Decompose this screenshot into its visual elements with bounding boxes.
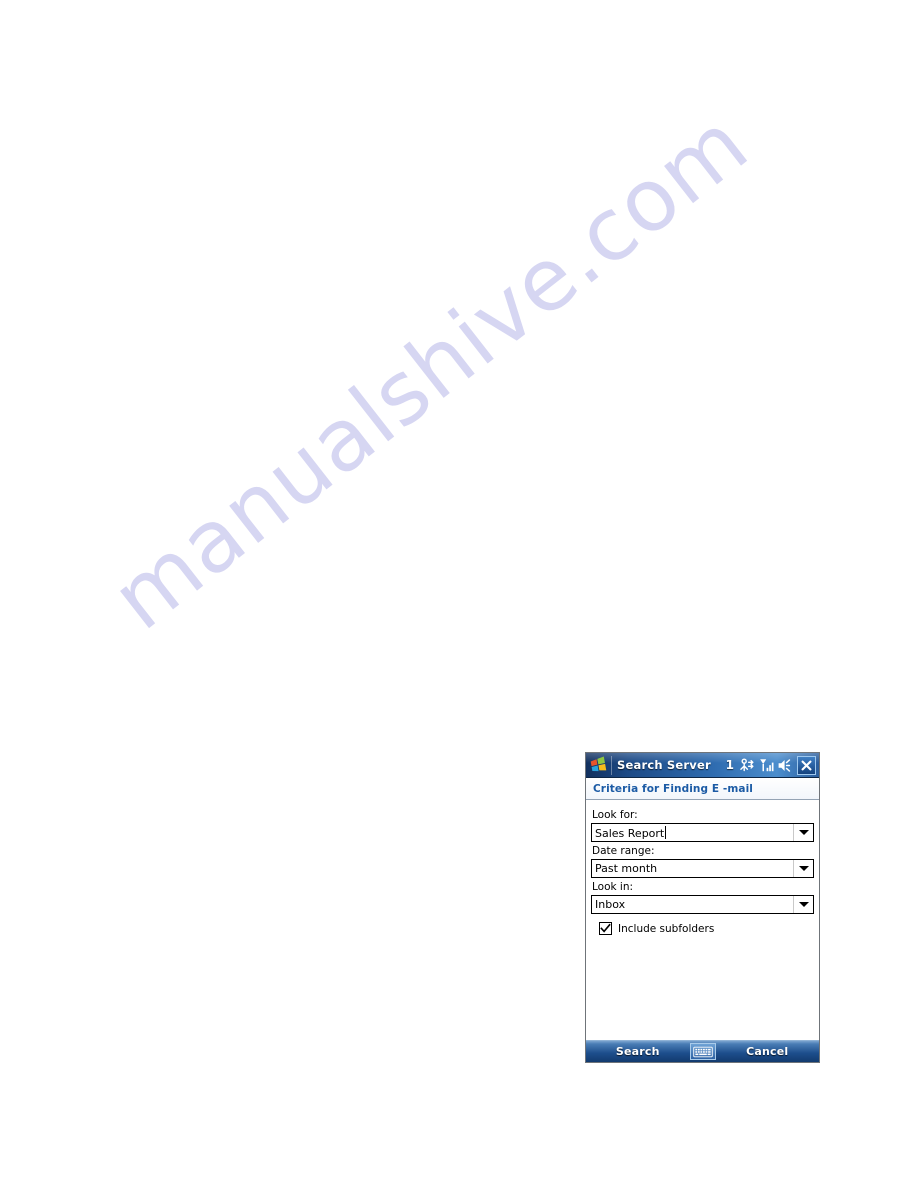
title-bar: Search Server 1 — [586, 753, 819, 778]
search-button[interactable]: Search — [586, 1045, 690, 1058]
page-watermark: manualshive.com — [94, 93, 767, 650]
date-range-value: Past month — [595, 862, 658, 875]
close-icon[interactable] — [797, 755, 816, 775]
notification-count: 1 — [725, 758, 734, 772]
window-title: Search Server — [617, 758, 711, 772]
look-for-label: Look for: — [592, 809, 638, 821]
chevron-down-icon — [798, 830, 809, 835]
look-for-input[interactable]: Sales Report — [592, 825, 793, 840]
look-in-dropdown-arrow[interactable] — [793, 896, 813, 913]
device-screenshot: Search Server 1 Criteria for Finding E -… — [585, 752, 820, 1063]
chevron-down-icon — [798, 902, 809, 907]
chevron-down-icon — [798, 866, 809, 871]
look-in-value: Inbox — [595, 898, 626, 911]
connectivity-icon[interactable] — [739, 757, 755, 774]
include-subfolders-label: Include subfolders — [618, 922, 715, 935]
checkmark-icon — [600, 923, 611, 933]
windows-flag-icon[interactable] — [588, 755, 609, 776]
look-for-value: Sales Report — [595, 826, 665, 840]
date-range-dropdown-arrow[interactable] — [793, 860, 813, 877]
dialog-body: Look for: Sales Report Date range: Past … — [586, 801, 819, 1040]
cancel-button[interactable]: Cancel — [716, 1045, 820, 1058]
section-header: Criteria for Finding E -mail — [586, 778, 819, 800]
keyboard-icon[interactable] — [689, 1043, 716, 1060]
include-subfolders-checkbox[interactable] — [599, 922, 612, 935]
text-caret — [665, 825, 667, 839]
section-header-label: Criteria for Finding E -mail — [593, 782, 753, 795]
speaker-icon[interactable] — [777, 757, 793, 774]
look-in-combo[interactable]: Inbox — [591, 895, 814, 914]
look-for-dropdown-arrow[interactable] — [793, 824, 813, 841]
titlebar-divider — [611, 755, 612, 775]
look-for-combo[interactable]: Sales Report — [591, 823, 814, 842]
signal-strength-icon[interactable] — [758, 757, 774, 774]
date-range-combo[interactable]: Past month — [591, 859, 814, 878]
soft-key-bar: Search Cancel — [586, 1040, 819, 1062]
include-subfolders-row[interactable]: Include subfolders — [599, 922, 814, 935]
look-in-label: Look in: — [592, 881, 634, 893]
date-range-label: Date range: — [592, 845, 655, 857]
